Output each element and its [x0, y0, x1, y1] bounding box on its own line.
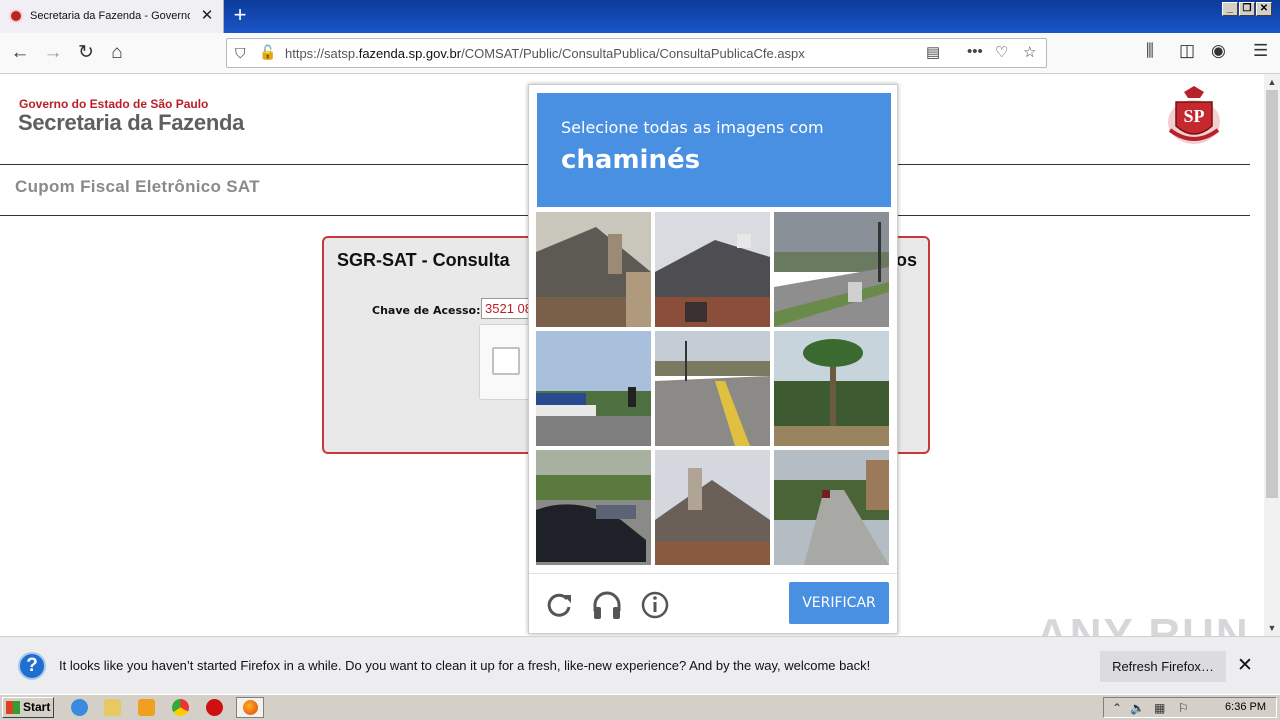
- tray-expand-icon[interactable]: ⌃: [1112, 701, 1122, 715]
- chrome-icon[interactable]: [172, 699, 189, 716]
- notification-close-icon[interactable]: ✕: [1237, 654, 1253, 677]
- windows-taskbar: Start ⌃ 🔈 ▦ ⚐ 6:36 PM: [0, 694, 1280, 720]
- gov-line: Governo do Estado de São Paulo: [19, 97, 209, 111]
- reload-button[interactable]: ↻: [72, 39, 100, 67]
- site-favicon-icon: [9, 9, 23, 23]
- recaptcha-checkbox[interactable]: [492, 347, 520, 375]
- tile-8[interactable]: [655, 450, 770, 565]
- secretaria-title: Secretaria da Fazenda: [18, 110, 245, 135]
- firefox-notification-bar: ? It looks like you haven’t started Fire…: [0, 636, 1280, 694]
- window-close-button[interactable]: ✕: [1256, 2, 1272, 16]
- challenge-divider: [529, 573, 897, 574]
- tile-5[interactable]: [655, 331, 770, 446]
- tile-9-image: [774, 450, 889, 565]
- cfe-title: Cupom Fiscal Eletrônico SAT: [15, 177, 260, 196]
- sidebar-icon[interactable]: ◫: [1179, 41, 1195, 61]
- minimize-button[interactable]: _: [1222, 2, 1238, 16]
- url-text[interactable]: https://satsp.fazenda.sp.gov.br/COMSAT/P…: [285, 46, 805, 61]
- verify-button[interactable]: VERIFICAR: [789, 582, 889, 624]
- tracking-shield-icon[interactable]: ⛉: [235, 45, 246, 62]
- challenge-prompt: Selecione todas as imagens com: [561, 118, 824, 137]
- bookmark-star-icon[interactable]: ☆: [1023, 43, 1036, 61]
- reader-view-icon[interactable]: ▤: [926, 43, 940, 61]
- tile-7[interactable]: [536, 450, 651, 565]
- forward-button[interactable]: →: [39, 39, 67, 67]
- logo-sp-text: SP: [1183, 106, 1204, 126]
- tile-6[interactable]: [774, 331, 889, 446]
- back-button[interactable]: ←: [6, 39, 34, 67]
- windows-flag-icon: [6, 701, 20, 714]
- tile-6-image: [774, 331, 889, 446]
- clock: 6:36 PM: [1225, 701, 1266, 713]
- page-scrollbar[interactable]: ▲ ▼: [1264, 74, 1280, 636]
- account-icon[interactable]: ◉: [1211, 41, 1226, 61]
- action-center-flag-icon[interactable]: ⚐: [1178, 701, 1189, 715]
- tile-2[interactable]: [655, 212, 770, 327]
- tab-secretaria[interactable]: Secretaria da Fazenda - Governo do Estad…: [0, 0, 224, 33]
- navigation-bar: ← → ↻ ⌂ ⛉ 🔓 https://satsp.fazenda.sp.gov…: [0, 33, 1280, 74]
- start-button[interactable]: Start: [2, 697, 54, 718]
- system-tray: ⌃ 🔈 ▦ ⚐ 6:36 PM: [1103, 697, 1277, 718]
- headphones-icon[interactable]: [589, 587, 625, 623]
- chave-acesso-label: Chave de Acesso:: [372, 304, 481, 317]
- panel-title-tail: os: [896, 250, 918, 270]
- window-controls: _ ❐ ✕: [1222, 2, 1272, 16]
- volume-icon[interactable]: 🔈: [1130, 701, 1145, 715]
- notification-message: It looks like you haven’t started Firefo…: [59, 658, 871, 673]
- tab-title: Secretaria da Fazenda - Governo do Estad…: [30, 10, 190, 22]
- tile-9[interactable]: [774, 450, 889, 565]
- reload-icon[interactable]: [541, 587, 577, 623]
- restore-button[interactable]: ❐: [1239, 2, 1255, 16]
- pocket-icon[interactable]: ♡: [995, 43, 1008, 61]
- opera-icon[interactable]: [206, 699, 223, 716]
- tile-1-image: [536, 212, 651, 327]
- start-label: Start: [23, 700, 51, 714]
- image-grid: [536, 212, 892, 568]
- sp-coat-of-arms-logo: SP: [1168, 86, 1220, 144]
- tile-2-image: [655, 212, 770, 327]
- explorer-folder-icon[interactable]: [104, 699, 121, 716]
- url-bar[interactable]: ⛉ 🔓 https://satsp.fazenda.sp.gov.br/COMS…: [226, 38, 1047, 68]
- tile-3[interactable]: [774, 212, 889, 327]
- question-icon: ?: [18, 652, 46, 680]
- tile-4-image: [536, 331, 651, 446]
- network-icon[interactable]: ▦: [1154, 701, 1165, 715]
- firefox-taskbar-button[interactable]: [236, 697, 264, 718]
- scroll-up-arrow-icon[interactable]: ▲: [1264, 74, 1280, 90]
- home-button[interactable]: ⌂: [103, 39, 131, 67]
- tab-close-icon[interactable]: ✕: [197, 6, 217, 26]
- scroll-down-arrow-icon[interactable]: ▼: [1264, 620, 1280, 636]
- menu-icon[interactable]: ☰: [1253, 41, 1268, 61]
- firefox-icon: [243, 700, 258, 715]
- library-icon[interactable]: ⫼: [1146, 41, 1154, 61]
- tile-4[interactable]: [536, 331, 651, 446]
- new-tab-button[interactable]: +: [229, 4, 251, 27]
- panel-title: SGR-SAT - Consulta: [337, 250, 510, 270]
- recaptcha-challenge: Selecione todas as imagens com chaminés: [528, 84, 898, 634]
- media-player-icon[interactable]: [138, 699, 155, 716]
- tile-7-image: [536, 450, 651, 565]
- refresh-firefox-button[interactable]: Refresh Firefox…: [1100, 651, 1226, 682]
- tab-strip: Secretaria da Fazenda - Governo do Estad…: [0, 0, 1280, 33]
- challenge-target: chaminés: [561, 145, 701, 175]
- ie-icon[interactable]: [71, 699, 88, 716]
- info-icon[interactable]: [637, 587, 673, 623]
- tile-5-image: [655, 331, 770, 446]
- tile-1[interactable]: [536, 212, 651, 327]
- tile-3-image: [774, 212, 889, 327]
- challenge-header: Selecione todas as imagens com chaminés: [537, 93, 891, 207]
- page-actions-icon[interactable]: •••: [967, 43, 983, 60]
- scroll-thumb[interactable]: [1266, 90, 1278, 498]
- lock-warning-icon[interactable]: 🔓: [259, 44, 276, 61]
- tile-8-image: [655, 450, 770, 565]
